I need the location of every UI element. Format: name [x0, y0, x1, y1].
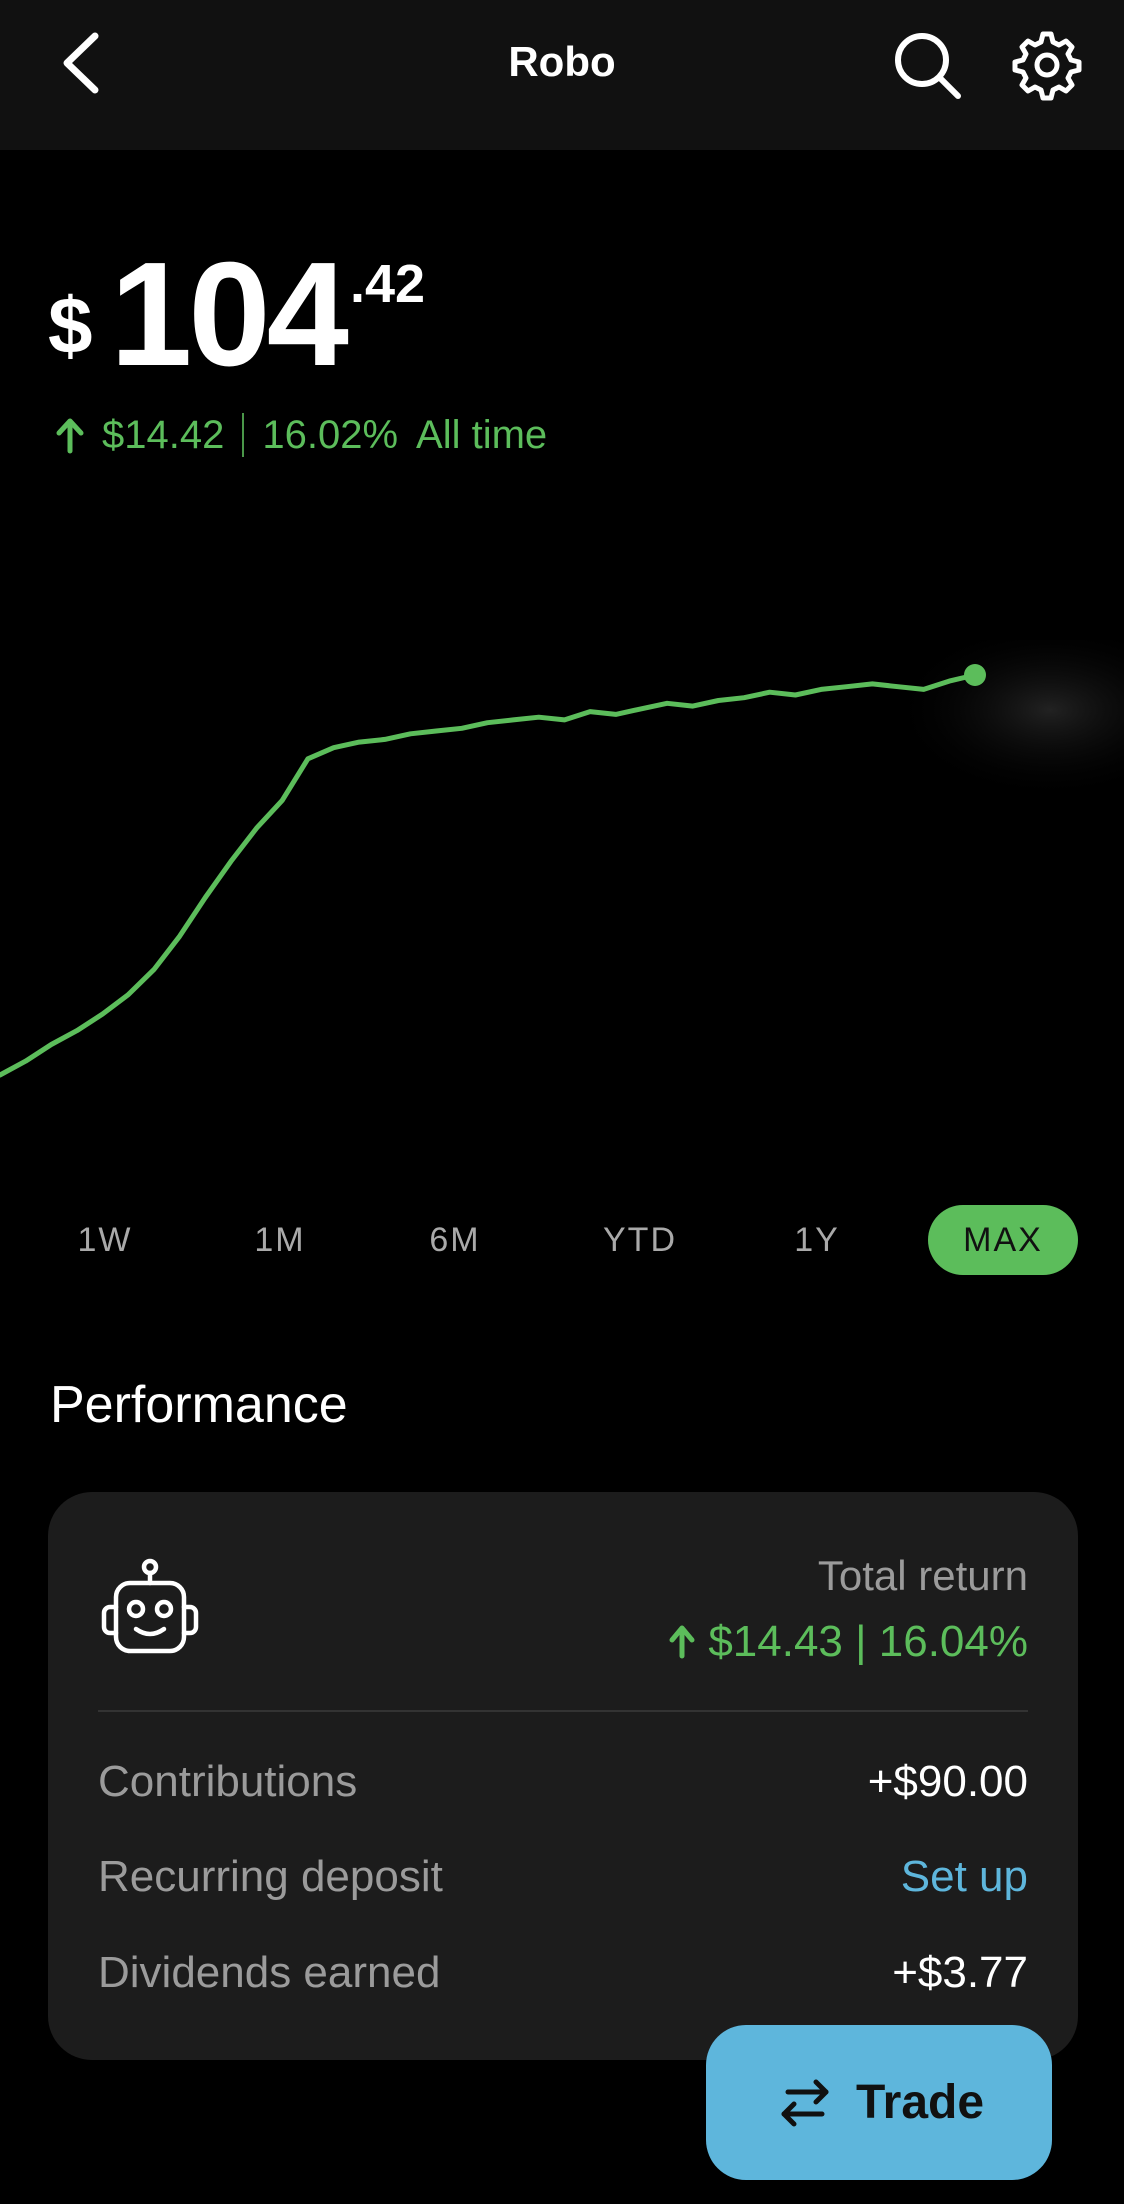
performance-chart[interactable] [0, 640, 1124, 1090]
range-1m[interactable]: 1M [215, 1205, 345, 1275]
change-divider [242, 413, 245, 457]
range-max[interactable]: MAX [928, 1205, 1078, 1275]
range-6m[interactable]: 6M [390, 1205, 520, 1275]
arrow-up-icon [669, 1625, 695, 1659]
balance-cents: .42 [350, 254, 426, 314]
arrow-up-icon [56, 418, 84, 454]
balance-integer: 104 [110, 232, 349, 397]
settings-button[interactable] [1010, 28, 1084, 102]
range-1w[interactable]: 1W [40, 1205, 170, 1275]
gear-icon [1012, 31, 1082, 101]
recurring-deposit-row: Recurring deposit Set up [98, 1852, 1028, 1908]
robot-icon [101, 1558, 199, 1654]
dividends-value: +$3.77 [892, 1948, 1028, 1997]
balance-change: $14.42 16.02% All time [52, 410, 547, 460]
range-1y[interactable]: 1Y [752, 1205, 882, 1275]
change-percent: 16.02% [262, 412, 399, 457]
dividends-row: Dividends earned +$3.77 [98, 1948, 1028, 2004]
range-ytd[interactable]: YTD [575, 1205, 705, 1275]
total-return-text: $14.43 | 16.04% [708, 1617, 1028, 1666]
top-bar: Robo [0, 0, 1124, 150]
search-button[interactable] [890, 28, 964, 102]
chart-glow [890, 640, 1124, 800]
swap-arrows-icon [781, 2079, 829, 2126]
performance-card: Total return $14.43 | 16.04% Contributio… [48, 1492, 1078, 2060]
change-period: All time [416, 412, 548, 457]
contributions-value: +$90.00 [867, 1757, 1028, 1806]
contributions-row: Contributions +$90.00 [98, 1757, 1028, 1813]
trade-button[interactable]: Trade [706, 2025, 1052, 2180]
total-return-value: $14.43 | 16.04% [666, 1617, 1028, 1667]
total-return-label: Total return [817, 1552, 1028, 1599]
card-divider [98, 1710, 1028, 1712]
contributions-label: Contributions [98, 1757, 358, 1806]
recurring-deposit-label: Recurring deposit [98, 1852, 443, 1901]
trade-label: Trade [855, 2076, 985, 2129]
chart-series-line [0, 672, 978, 1078]
balance-currency: $ [48, 281, 93, 370]
set-up-link[interactable]: Set up [901, 1852, 1028, 1902]
chart-current-point [964, 664, 986, 686]
search-icon [895, 33, 961, 99]
time-range-selector: 1W 1M 6M YTD 1Y MAX [40, 1205, 1080, 1275]
change-amount: $14.42 [102, 412, 225, 457]
performance-title: Performance [50, 1376, 348, 1434]
dividends-label: Dividends earned [98, 1948, 441, 1997]
